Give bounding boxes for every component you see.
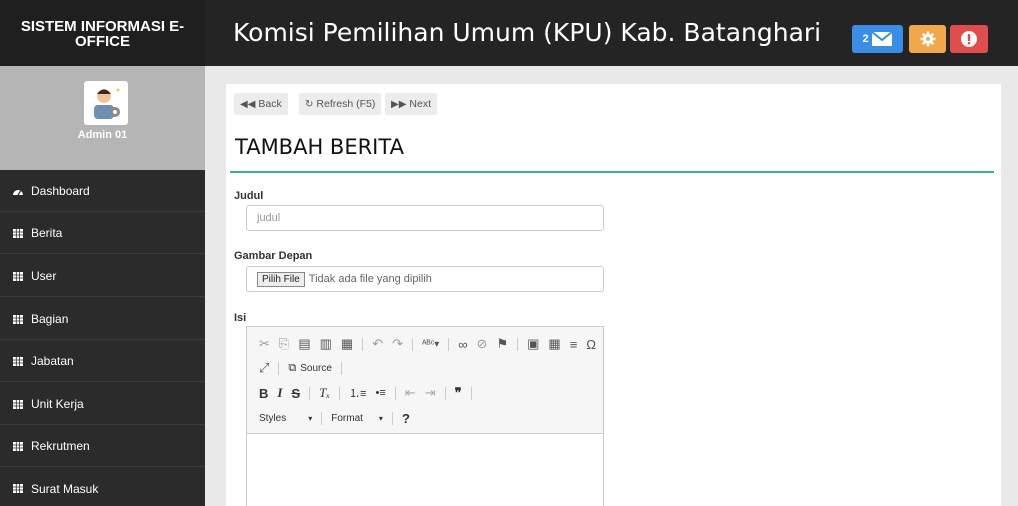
styles-label: Styles bbox=[259, 412, 287, 424]
format-label: Format bbox=[331, 412, 363, 424]
sidebar: Admin 01 Dashboard Berita User Bagian Ja… bbox=[0, 66, 205, 506]
table-insert-icon[interactable]: ▦ bbox=[548, 336, 560, 352]
back-label: Back bbox=[258, 98, 282, 110]
blockquote-icon[interactable]: ❞ bbox=[455, 385, 462, 401]
sidebar-item-berita[interactable]: Berita bbox=[0, 213, 205, 254]
table-icon bbox=[13, 441, 23, 451]
settings-button[interactable] bbox=[909, 25, 946, 53]
mail-button[interactable]: 2 bbox=[852, 25, 903, 53]
increase-indent-icon[interactable]: ⇥ bbox=[425, 385, 436, 401]
refresh-icon: ↻ bbox=[305, 98, 314, 110]
judul-label: Judul bbox=[234, 190, 264, 202]
table-icon bbox=[13, 228, 23, 238]
redo-icon[interactable]: ↷ bbox=[392, 336, 403, 352]
sidebar-item-label: User bbox=[31, 269, 57, 283]
backward-icon: ◀◀ bbox=[240, 98, 256, 110]
copy-icon[interactable]: ⎘ bbox=[279, 336, 289, 352]
sidebar-item-surat-masuk[interactable]: Surat Masuk bbox=[0, 468, 205, 506]
dashboard-icon bbox=[13, 189, 23, 195]
link-icon[interactable]: ∞ bbox=[458, 337, 467, 352]
gambar-depan-label: Gambar Depan bbox=[234, 250, 313, 262]
sidebar-item-label: Surat Masuk bbox=[31, 481, 99, 496]
bold-icon[interactable]: B bbox=[259, 386, 268, 401]
paste-word-icon[interactable]: ▦ bbox=[341, 336, 353, 352]
gambar-depan-file-input[interactable]: Pilih File Tidak ada file yang dipilih bbox=[246, 266, 604, 292]
refresh-label: Refresh (F5) bbox=[316, 98, 376, 110]
back-button[interactable]: ◀◀ Back bbox=[234, 93, 288, 115]
choose-file-button[interactable]: Pilih File bbox=[257, 271, 305, 287]
help-icon[interactable]: ? bbox=[402, 411, 410, 426]
table-icon bbox=[13, 484, 23, 493]
italic-icon[interactable]: I bbox=[277, 385, 282, 401]
avatar[interactable] bbox=[84, 81, 128, 125]
styles-dropdown[interactable]: Styles ▾ bbox=[259, 413, 312, 424]
table-icon bbox=[13, 271, 23, 281]
decrease-indent-icon[interactable]: ⇤ bbox=[405, 385, 416, 401]
alert-button[interactable] bbox=[950, 25, 988, 53]
top-bar: SISTEM INFORMASI E-OFFICE Komisi Pemilih… bbox=[0, 0, 1018, 66]
envelope-icon bbox=[870, 31, 893, 46]
user-name: Admin 01 bbox=[77, 129, 128, 141]
source-icon: ⧉ bbox=[288, 361, 297, 374]
refresh-button[interactable]: ↻ Refresh (F5) bbox=[299, 93, 382, 115]
sidebar-item-label: Rekrutmen bbox=[31, 439, 90, 453]
sidebar-item-label: Berita bbox=[31, 226, 63, 240]
user-avatar-icon bbox=[94, 88, 120, 119]
chevron-down-icon: ▾ bbox=[308, 413, 313, 423]
brand-title: SISTEM INFORMASI E-OFFICE bbox=[0, 0, 205, 66]
sidebar-item-label: Dashboard bbox=[31, 184, 90, 198]
spellcheck-icon[interactable]: ᴬᴮᶜ▾ bbox=[422, 339, 439, 350]
mail-count-badge: 2 bbox=[862, 33, 869, 45]
bulleted-list-icon[interactable]: •≡ bbox=[375, 387, 385, 399]
cut-icon[interactable]: ✂ bbox=[259, 336, 270, 352]
page-title: TAMBAH BERITA bbox=[235, 135, 404, 159]
strikethrough-icon[interactable]: S bbox=[291, 386, 300, 401]
special-char-icon[interactable]: Ω bbox=[586, 337, 596, 352]
sidebar-item-rekrutmen[interactable]: Rekrutmen bbox=[0, 426, 205, 467]
source-button[interactable]: ⧉ Source bbox=[288, 362, 332, 375]
file-status-text: Tidak ada file yang dipilih bbox=[308, 273, 432, 285]
undo-icon[interactable]: ↶ bbox=[372, 336, 383, 352]
sidebar-item-jabatan[interactable]: Jabatan bbox=[0, 341, 205, 382]
table-icon bbox=[13, 314, 23, 324]
anchor-flag-icon[interactable]: ⚑ bbox=[496, 336, 508, 352]
table-icon bbox=[13, 356, 23, 366]
format-dropdown[interactable]: Format ▾ bbox=[331, 413, 383, 424]
sidebar-item-user[interactable]: User bbox=[0, 256, 205, 297]
next-label: Next bbox=[409, 98, 431, 110]
sidebar-item-label: Bagian bbox=[31, 312, 69, 326]
numbered-list-icon[interactable]: ⒈≡ bbox=[349, 385, 366, 401]
isi-label: Isi bbox=[234, 312, 247, 324]
sidebar-item-unit-kerja[interactable]: Unit Kerja bbox=[0, 384, 205, 425]
gear-icon bbox=[920, 31, 935, 47]
judul-input[interactable] bbox=[246, 205, 604, 231]
sidebar-item-label: Unit Kerja bbox=[31, 397, 84, 411]
paste-text-icon[interactable]: ▥ bbox=[320, 336, 332, 352]
editor-toolbar: ✂ ⎘ ▤ ▥ ▦ ↶ ↷ ᴬᴮᶜ▾ ∞ ⊘ ⚑ ▣ ▦ ≡ Ω ⤢ ⧉ Sou… bbox=[247, 327, 603, 434]
main-panel: ◀◀ Back ↻ Refresh (F5) ▶▶ Next TAMBAH BE… bbox=[226, 84, 1001, 506]
sidebar-item-label: Jabatan bbox=[31, 354, 74, 368]
paste-icon[interactable]: ▤ bbox=[298, 336, 310, 352]
app-title: Komisi Pemilihan Umum (KPU) Kab. Batangh… bbox=[233, 18, 822, 47]
sidebar-item-dashboard[interactable]: Dashboard bbox=[0, 171, 205, 212]
table-icon bbox=[13, 399, 23, 409]
title-divider bbox=[230, 171, 994, 173]
unlink-icon[interactable]: ⊘ bbox=[477, 336, 488, 352]
image-icon[interactable]: ▣ bbox=[527, 336, 539, 352]
exclamation-icon bbox=[961, 31, 977, 47]
source-label: Source bbox=[300, 362, 332, 374]
rich-text-editor: ✂ ⎘ ▤ ▥ ▦ ↶ ↷ ᴬᴮᶜ▾ ∞ ⊘ ⚑ ▣ ▦ ≡ Ω ⤢ ⧉ Sou… bbox=[246, 326, 604, 506]
forward-icon: ▶▶ bbox=[391, 98, 407, 110]
maximize-icon[interactable]: ⤢ bbox=[259, 360, 269, 376]
editor-content-area[interactable] bbox=[247, 435, 603, 506]
next-button[interactable]: ▶▶ Next bbox=[385, 93, 437, 115]
sidebar-item-bagian[interactable]: Bagian bbox=[0, 299, 205, 340]
user-profile: Admin 01 bbox=[0, 66, 205, 170]
horizontal-line-icon[interactable]: ≡ bbox=[570, 337, 578, 352]
chevron-down-icon: ▾ bbox=[378, 413, 383, 423]
remove-format-icon[interactable]: Tₓ bbox=[319, 385, 330, 401]
